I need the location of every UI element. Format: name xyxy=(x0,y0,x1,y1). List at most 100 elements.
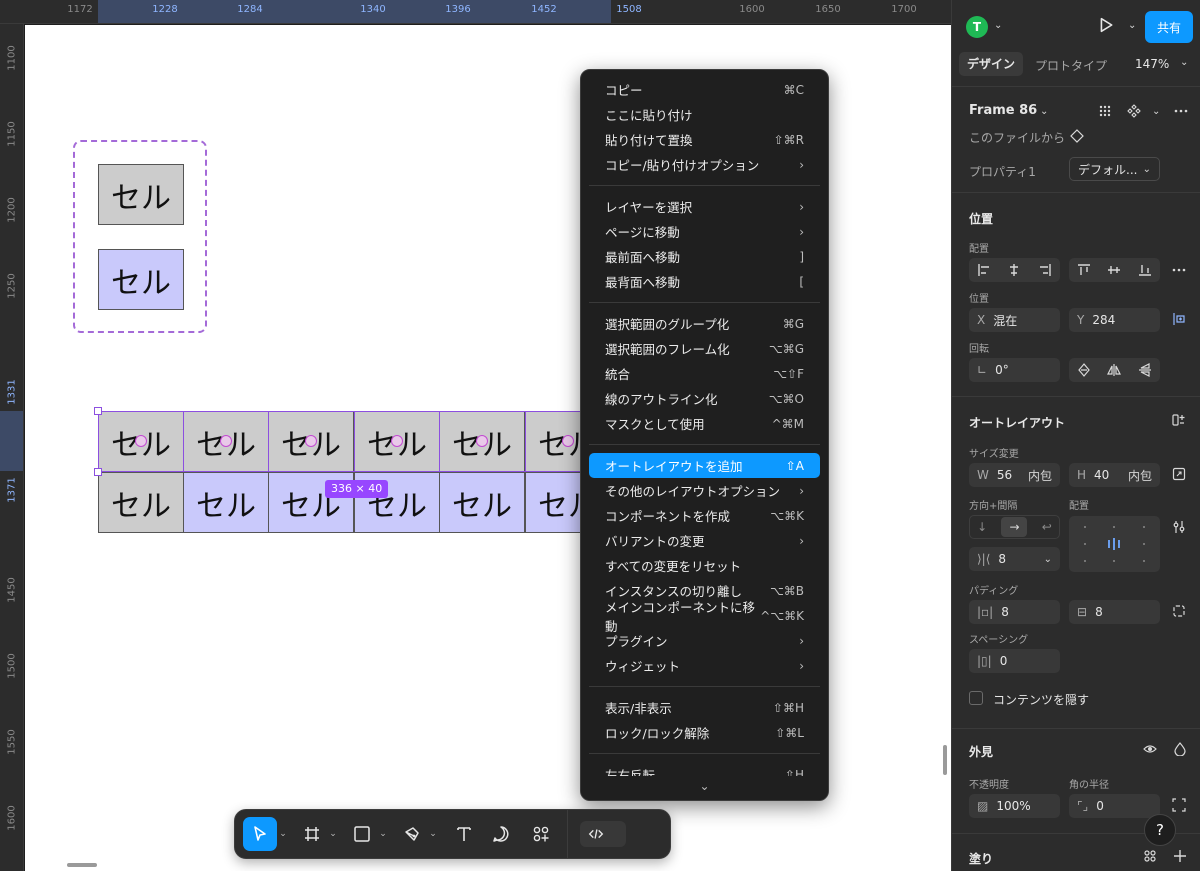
menu-item[interactable]: 最前面へ移動] xyxy=(589,244,820,269)
help-button[interactable]: ? xyxy=(1144,814,1176,846)
align-center-h-icon[interactable] xyxy=(1007,263,1021,277)
align-right-icon[interactable] xyxy=(1038,263,1052,277)
chevron-down-icon[interactable]: ⌄ xyxy=(277,817,289,851)
menu-item[interactable]: すべての変更をリセット xyxy=(589,553,820,578)
individual-padding-icon[interactable] xyxy=(1172,604,1186,618)
align-middle-icon[interactable] xyxy=(1107,263,1121,277)
w-mode[interactable]: 内包 xyxy=(1028,467,1052,484)
corner-radius-field[interactable]: ⌜⌟ 0 xyxy=(1069,794,1160,818)
opacity-field[interactable]: ▨ 100% xyxy=(969,794,1060,818)
rotate-icon[interactable] xyxy=(1077,363,1091,377)
width-field[interactable]: W 56 内包 xyxy=(969,463,1060,487)
frame-name[interactable]: Frame 86 xyxy=(969,103,1037,118)
arrow-right-icon[interactable]: → xyxy=(1001,517,1028,537)
wrap-icon[interactable]: ↩ xyxy=(1042,520,1052,534)
more-icon[interactable] xyxy=(1174,104,1188,118)
spacing-field[interactable]: |▯| 0 xyxy=(969,649,1060,673)
arrow-down-icon[interactable]: ↓ xyxy=(977,520,987,534)
menu-item[interactable]: コピー ⌘C xyxy=(589,77,820,102)
comment-tool-button[interactable] xyxy=(481,817,521,851)
x-position-field[interactable]: X 混在 xyxy=(969,308,1060,332)
menu-item[interactable]: ウィジェット › xyxy=(589,653,820,678)
menu-item[interactable]: ロック/ロック解除 ⇧⌘L xyxy=(589,720,820,745)
resize-handle[interactable] xyxy=(94,407,102,415)
play-icon[interactable] xyxy=(1098,17,1114,33)
text-tool-button[interactable] xyxy=(447,817,481,851)
eye-icon[interactable] xyxy=(1143,742,1157,756)
menu-item[interactable]: メインコンポーネントに移動 ^⌥⌘K xyxy=(589,600,820,634)
move-tool-button[interactable] xyxy=(243,817,277,851)
menu-item[interactable]: レイヤーを選択 › xyxy=(589,194,820,219)
avatar[interactable]: T xyxy=(966,16,988,38)
rotation-field[interactable]: ∟ 0° xyxy=(969,358,1060,382)
tab-prototype[interactable]: プロトタイプ xyxy=(1035,57,1107,74)
flip-horizontal-icon[interactable] xyxy=(1107,363,1122,377)
frame-tool-button[interactable] xyxy=(297,817,327,851)
menu-item[interactable]: 最背面へ移動 [ xyxy=(589,269,820,294)
plus-icon[interactable] xyxy=(1173,849,1187,863)
resize-handle[interactable] xyxy=(94,468,102,476)
grid-cell[interactable]: セル xyxy=(98,472,184,533)
menu-item[interactable]: オートレイアウトを追加 ⇧A xyxy=(589,453,820,478)
align-left-icon[interactable] xyxy=(977,263,991,277)
alignment-grid[interactable] xyxy=(1069,516,1160,572)
menu-item[interactable]: 統合 ⌥⇧F xyxy=(589,361,820,386)
chevron-down-icon[interactable]: ⌄ xyxy=(1152,106,1160,117)
chevron-down-icon[interactable]: ⌄ xyxy=(327,817,339,851)
pen-tool-button[interactable] xyxy=(397,817,427,851)
clip-content-checkbox[interactable] xyxy=(969,691,983,705)
chevron-down-icon[interactable]: ⌄ xyxy=(1044,554,1052,565)
individual-corners-icon[interactable] xyxy=(1172,798,1186,812)
menu-item[interactable]: 表示/非表示 ⇧⌘H xyxy=(589,695,820,720)
tab-design[interactable]: デザイン xyxy=(959,52,1024,76)
diamond-icon[interactable] xyxy=(1070,129,1084,143)
menu-item[interactable]: ページに移動 › xyxy=(589,219,820,244)
gap-field[interactable]: ⟩|⟨ 8 ⌄ xyxy=(969,547,1060,571)
menu-item[interactable]: コピー/貼り付けオプション › xyxy=(589,152,820,177)
menu-item[interactable]: ここに貼り付け xyxy=(589,102,820,127)
menu-item[interactable]: 選択範囲のグループ化 ⌘G xyxy=(589,311,820,336)
chevron-down-icon[interactable]: ⌄ xyxy=(1128,20,1136,31)
flip-vertical-icon[interactable] xyxy=(1138,363,1152,377)
constraints-icon[interactable] xyxy=(1172,312,1186,326)
resize-to-fit-icon[interactable] xyxy=(1172,467,1186,481)
drop-icon[interactable] xyxy=(1173,742,1187,756)
variant-cell-blue[interactable]: セル xyxy=(98,249,184,310)
style-grid-icon[interactable] xyxy=(1143,849,1157,863)
shape-tool-button[interactable] xyxy=(347,817,377,851)
chevron-down-icon[interactable]: ⌄ xyxy=(427,817,439,851)
h-mode[interactable]: 内包 xyxy=(1128,467,1152,484)
height-field[interactable]: H 40 内包 xyxy=(1069,463,1160,487)
align-top-icon[interactable] xyxy=(1077,263,1091,277)
menu-item[interactable]: 選択範囲のフレーム化 ⌥⌘G xyxy=(589,336,820,361)
menu-item[interactable]: その他のレイアウトオプション › xyxy=(589,478,820,503)
variant-cell-gray[interactable]: セル xyxy=(98,164,184,225)
vertical-scrollbar[interactable] xyxy=(943,745,947,775)
horizontal-padding-field[interactable]: |▫| 8 xyxy=(969,600,1060,624)
actions-tool-button[interactable] xyxy=(521,817,561,851)
property-dropdown[interactable]: デフォル... ⌄ xyxy=(1069,157,1160,181)
horizontal-scrollbar[interactable] xyxy=(67,863,97,867)
chevron-down-icon[interactable]: ⌄ xyxy=(377,817,389,851)
auto-layout-settings-icon[interactable] xyxy=(1172,413,1186,427)
menu-item[interactable]: 貼り付けて置換 ⇧⌘R xyxy=(589,127,820,152)
zoom-level[interactable]: 147% xyxy=(1135,57,1169,71)
layout-settings-icon[interactable] xyxy=(1172,520,1186,534)
share-button[interactable]: 共有 xyxy=(1145,11,1193,43)
vertical-padding-field[interactable]: ⊟ 8 xyxy=(1069,600,1160,624)
scroll-more-icon[interactable]: ⌄ xyxy=(581,776,828,800)
chevron-down-icon[interactable]: ⌄ xyxy=(994,20,1002,31)
component-icon[interactable] xyxy=(1127,104,1141,118)
grid-cell[interactable]: セル xyxy=(183,472,269,533)
grid-icon[interactable] xyxy=(1098,104,1112,118)
align-bottom-icon[interactable] xyxy=(1138,263,1152,277)
chevron-down-icon[interactable]: ⌄ xyxy=(1180,57,1188,68)
chevron-down-icon[interactable]: ⌄ xyxy=(1040,106,1048,117)
dev-mode-toggle[interactable] xyxy=(580,821,626,847)
grid-cell[interactable]: セル xyxy=(439,472,525,533)
menu-item[interactable]: 線のアウトライン化 ⌥⌘O xyxy=(589,386,820,411)
menu-item[interactable]: コンポーネントを作成 ⌥⌘K xyxy=(589,503,820,528)
more-icon[interactable] xyxy=(1172,263,1186,277)
menu-item[interactable]: マスクとして使用 ^⌘M xyxy=(589,411,820,436)
menu-item[interactable]: バリアントの変更 › xyxy=(589,528,820,553)
